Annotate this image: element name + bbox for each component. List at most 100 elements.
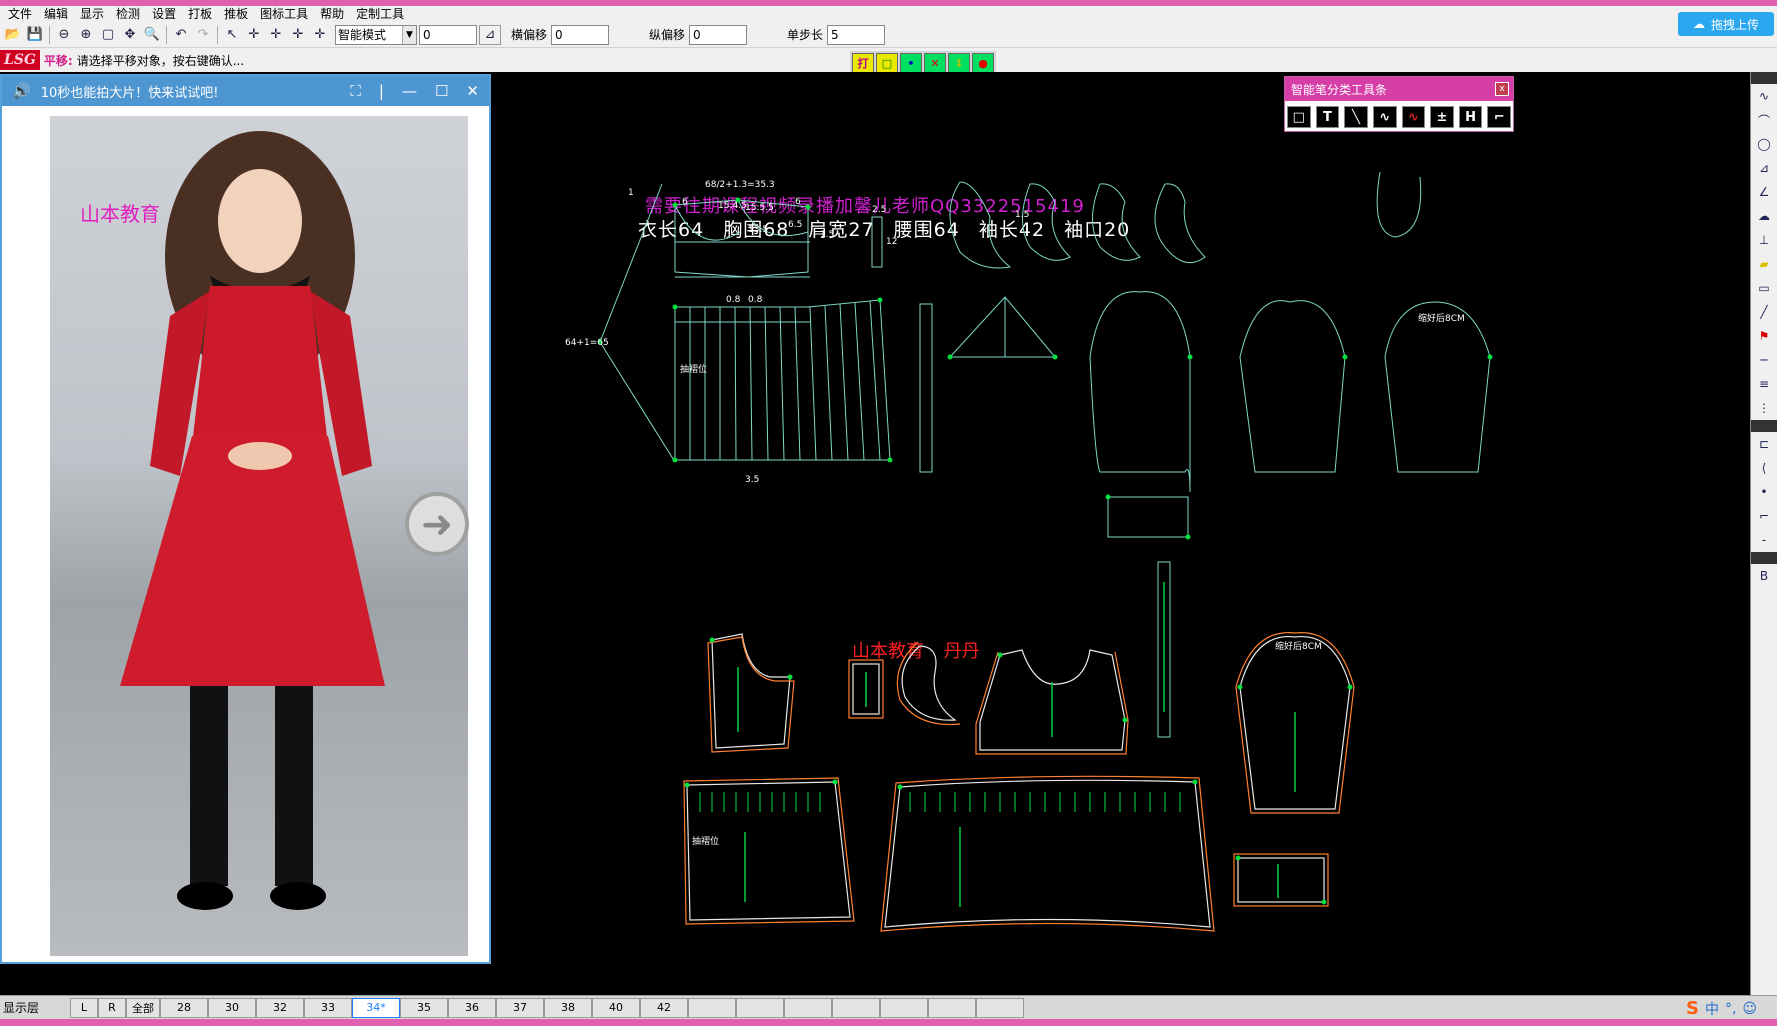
size-tab[interactable]: 35 [400, 997, 448, 1018]
empty-size-slot[interactable] [976, 997, 1024, 1018]
quick-tool-button[interactable]: ● [972, 53, 994, 73]
layer-right-button[interactable]: R [98, 997, 126, 1018]
size-tab[interactable]: 33 [304, 997, 352, 1018]
menu-item[interactable]: 推板 [218, 6, 254, 22]
smart-tool-icon[interactable]: ∿ [1372, 106, 1397, 128]
menu-item[interactable]: 图标工具 [254, 6, 314, 22]
size-tab[interactable]: 30 [208, 997, 256, 1018]
next-arrow-icon[interactable]: ➜ [405, 492, 469, 556]
menu-item[interactable]: 打板 [182, 6, 218, 22]
hoffset-input[interactable]: 0 [551, 24, 610, 45]
empty-size-slot[interactable] [880, 997, 928, 1018]
ruler-tool-icon[interactable]: ─ [1751, 348, 1777, 372]
upload-button[interactable]: ☁ 拖拽上传 [1678, 12, 1774, 36]
screenshot-icon[interactable]: ⛶ [350, 82, 361, 100]
menu-item[interactable]: 编辑 [38, 6, 74, 22]
voffset-input[interactable]: 0 [689, 24, 748, 45]
smart-tool-icon[interactable]: ± [1430, 106, 1454, 128]
angle-icon[interactable]: ⊿ [479, 24, 501, 45]
redo-icon[interactable]: ↷ [192, 25, 214, 45]
menu-item[interactable]: 帮助 [314, 6, 350, 22]
quick-tool-button[interactable]: ✕ [924, 53, 946, 73]
menu-item[interactable]: 显示 [74, 6, 110, 22]
quick-tool-button[interactable]: • [900, 53, 922, 73]
grade-tool-icon[interactable]: B [1751, 564, 1777, 588]
empty-size-slot[interactable] [832, 997, 880, 1018]
menu-item[interactable]: 定制工具 [350, 6, 410, 22]
arc-tool-icon[interactable]: ⌒ [1751, 108, 1777, 132]
align-tool-icon[interactable]: ≡ [1751, 372, 1777, 396]
size-tab[interactable]: 42 [640, 997, 688, 1018]
fold-tool-icon[interactable]: ⊏ [1751, 432, 1777, 456]
highlight-tool-icon[interactable]: ▰ [1751, 252, 1777, 276]
zoom-out-icon[interactable]: ⊖ [53, 25, 75, 45]
size-tab[interactable]: 36 [448, 997, 496, 1018]
empty-size-slot[interactable] [736, 997, 784, 1018]
step-input[interactable]: 5 [827, 24, 886, 45]
circle-tool-icon[interactable]: ◯ [1751, 132, 1777, 156]
menu-item[interactable]: 设置 [146, 6, 182, 22]
speaker-icon[interactable]: 🔊 [12, 82, 31, 100]
rect-tool-icon[interactable]: ▭ [1751, 276, 1777, 300]
measure-tool-icon[interactable]: ⊥ [1751, 228, 1777, 252]
smart-tool-icon[interactable]: H [1458, 106, 1483, 128]
quick-tool-button[interactable]: □ [876, 53, 898, 73]
flag-tool-icon[interactable]: ⚑ [1751, 324, 1777, 348]
zoom-window-icon[interactable]: 🔍 [141, 25, 163, 45]
dart-tool-icon[interactable]: ⊿ [1751, 156, 1777, 180]
select-delete-icon[interactable]: ↖ [221, 25, 243, 45]
value-input[interactable]: 0 [419, 24, 477, 45]
empty-size-slot[interactable] [784, 997, 832, 1018]
smart-tool-icon[interactable]: T [1315, 106, 1340, 128]
dash-tool-icon[interactable]: ‐ [1751, 528, 1777, 552]
maximize-icon[interactable]: ☐ [435, 82, 448, 100]
point-tool-icon[interactable]: • [1751, 480, 1777, 504]
quick-tool-button[interactable]: ↕ [948, 53, 970, 73]
point-edit-icon[interactable]: ✛ [265, 25, 287, 45]
size-tab[interactable]: 28 [160, 997, 208, 1018]
mode-select[interactable]: 智能模式F5 ▼ [335, 24, 417, 60]
size-tab[interactable]: 32 [256, 997, 304, 1018]
zoom-in-icon[interactable]: ⊕ [75, 25, 97, 45]
add-point-icon[interactable]: ✛ [243, 25, 265, 45]
cloud-tool-icon[interactable]: ☁ [1751, 204, 1777, 228]
size-tab[interactable]: 40 [592, 997, 640, 1018]
video-title-bar: 🔊 10秒也能拍大片！快来试试吧! ⛶ | — ☐ ✕ [2, 76, 489, 106]
layer-left-button[interactable]: L [70, 997, 98, 1018]
layer-all-button[interactable]: 全部 [126, 997, 160, 1018]
emoji-icon: ☺ [1742, 1000, 1758, 1017]
point-clear-icon[interactable]: ✛ [309, 25, 331, 45]
notch-tool-icon[interactable]: ⌐ [1751, 504, 1777, 528]
smart-tool-icon[interactable]: ╲ [1344, 106, 1368, 128]
menu-item[interactable]: 检测 [110, 6, 146, 22]
empty-size-slot[interactable] [928, 997, 976, 1018]
pan-icon[interactable]: ✥ [119, 25, 141, 45]
angle-tool-icon[interactable]: ∠ [1751, 180, 1777, 204]
smart-pen-toolbar[interactable]: 智能笔分类工具条 x □ T ╲ ∿ ∿ ± H ⌐ [1284, 76, 1514, 132]
undo-icon[interactable]: ↶ [170, 25, 192, 45]
close-icon[interactable]: x [1495, 82, 1509, 96]
smart-tool-icon[interactable]: ∿ [1401, 106, 1426, 128]
chevron-down-icon[interactable]: ▼ [402, 25, 416, 44]
size-tab[interactable]: 37 [496, 997, 544, 1018]
pleat-tool-icon[interactable]: ⋮ [1751, 396, 1777, 420]
open-icon[interactable]: 📂 [2, 25, 24, 45]
point-move-icon[interactable]: ✛ [287, 25, 309, 45]
minimize-icon[interactable]: — [402, 82, 417, 100]
ime-indicator[interactable]: S 中 °, ☺ [1686, 998, 1757, 1019]
video-title: 10秒也能拍大片！快来试试吧! [40, 85, 219, 101]
smart-tool-icon[interactable]: □ [1287, 106, 1311, 128]
empty-size-slot[interactable] [688, 997, 736, 1018]
size-tab[interactable]: 38 [544, 997, 592, 1018]
quick-tool-button[interactable]: 打 [852, 53, 874, 73]
close-icon[interactable]: ✕ [466, 82, 479, 100]
curve-tool-icon[interactable]: ∿ [1751, 84, 1777, 108]
menu-item[interactable]: 文件 [2, 6, 38, 22]
size-tab[interactable]: 34* [352, 997, 400, 1018]
video-popup[interactable]: 🔊 10秒也能拍大片！快来试试吧! ⛶ | — ☐ ✕ 山本教育 ➜ [0, 74, 491, 964]
line-tool-icon[interactable]: ╱ [1751, 300, 1777, 324]
smart-tool-icon[interactable]: ⌐ [1487, 106, 1511, 128]
zoom-fit-icon[interactable]: ▢ [97, 25, 119, 45]
mirror-tool-icon[interactable]: ⟨ [1751, 456, 1777, 480]
save-icon[interactable]: 💾 [24, 25, 46, 45]
